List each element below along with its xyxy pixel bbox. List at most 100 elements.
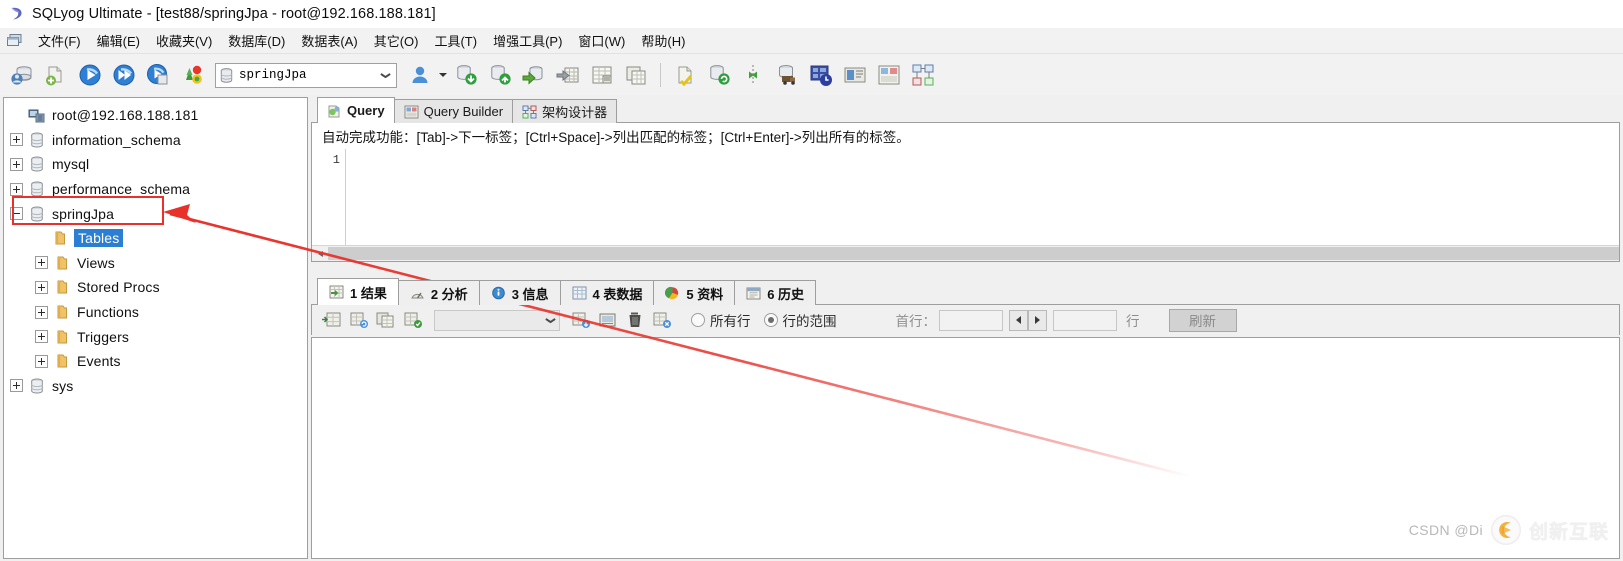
expander-none-icon: [35, 233, 46, 244]
tab-label: 3 信息: [511, 286, 549, 302]
tab-history[interactable]: 6 历史: [734, 280, 817, 305]
tree-node-label: Triggers: [77, 328, 130, 345]
new-connection-button[interactable]: [6, 59, 38, 91]
menu-database[interactable]: 数据库(D): [220, 29, 293, 52]
tab-schema-designer[interactable]: 架构设计器: [512, 99, 618, 123]
stepper-prev-button[interactable]: [1009, 309, 1028, 331]
tree-node-sys[interactable]: sys: [4, 374, 307, 399]
delete-row-button[interactable]: [623, 308, 647, 332]
stop-query-button[interactable]: [176, 59, 208, 91]
copy-table-button[interactable]: [620, 59, 652, 91]
expander-plus-icon[interactable]: [35, 354, 48, 368]
row-count-input[interactable]: [1053, 309, 1117, 331]
query-icon: [327, 104, 342, 118]
tree-node-server[interactable]: root@192.168.188.181: [4, 103, 307, 128]
export-grid-button[interactable]: [552, 59, 584, 91]
window-restore-icon[interactable]: [6, 33, 23, 48]
data-sync-button[interactable]: [737, 59, 769, 91]
new-query-button[interactable]: [40, 59, 72, 91]
expander-plus-icon[interactable]: [10, 157, 23, 171]
profiler-icon: [410, 286, 425, 300]
sql-editor-input[interactable]: [346, 149, 1619, 245]
radio-row-range[interactable]: 行的范围: [763, 310, 837, 330]
user-manager-button[interactable]: [404, 59, 436, 91]
chevron-down-icon[interactable]: [374, 65, 396, 86]
menu-other[interactable]: 其它(O): [366, 29, 427, 52]
object-browser-tree: root@192.168.188.181 information_schema: [4, 98, 307, 398]
row-stepper[interactable]: [1009, 309, 1047, 331]
tree-node-information-schema[interactable]: information_schema: [4, 128, 307, 153]
insert-row-button[interactable]: [320, 308, 344, 332]
tab-label: Query Builder: [423, 104, 504, 119]
filter-combo[interactable]: [434, 309, 560, 331]
expander-none-icon: [10, 110, 21, 121]
schema-sync-button[interactable]: [771, 59, 803, 91]
tab-messages[interactable]: 3 信息: [478, 280, 561, 305]
radio-all-rows-indicator[interactable]: [691, 313, 705, 327]
execute-current-query-button[interactable]: [142, 59, 174, 91]
database-selector[interactable]: springJpa: [215, 62, 397, 88]
expander-plus-icon[interactable]: [35, 280, 48, 294]
schema-designer-button[interactable]: [907, 59, 939, 91]
expander-plus-icon[interactable]: [10, 133, 23, 147]
panel-splitter[interactable]: [311, 262, 1620, 278]
save-row-button[interactable]: [401, 308, 425, 332]
export-data-button[interactable]: [518, 59, 550, 91]
execute-query-button[interactable]: [74, 59, 106, 91]
expander-plus-icon[interactable]: [35, 330, 48, 344]
menu-tools[interactable]: 工具(T): [426, 29, 485, 52]
editor-horizontal-scrollbar[interactable]: [312, 245, 1619, 261]
notifications-button[interactable]: [839, 59, 871, 91]
radio-row-range-indicator[interactable]: [763, 313, 778, 327]
duplicate-row-button[interactable]: [347, 308, 371, 332]
sql-formatter-button[interactable]: [669, 59, 701, 91]
expander-plus-icon[interactable]: [10, 379, 23, 393]
tab-result[interactable]: 1 结果: [317, 278, 399, 305]
tree-node-mysql[interactable]: mysql: [4, 152, 307, 177]
tab-label: 2 分析: [430, 286, 468, 302]
stepper-next-button[interactable]: [1028, 309, 1047, 331]
menu-table[interactable]: 数据表(A): [293, 29, 365, 52]
tab-object-info[interactable]: 5 资料: [653, 280, 736, 305]
tab-query-builder[interactable]: Query Builder: [393, 99, 514, 123]
scroll-left-arrow-icon[interactable]: [312, 246, 328, 261]
menu-favorites[interactable]: 收藏夹(V): [148, 29, 220, 52]
first-row-input[interactable]: [939, 309, 1003, 331]
tree-node-views[interactable]: Views: [4, 251, 307, 276]
sync-database-button[interactable]: [703, 59, 735, 91]
scroll-thumb[interactable]: [328, 247, 1619, 260]
execute-all-queries-button[interactable]: [108, 59, 140, 91]
expander-plus-icon[interactable]: [35, 305, 48, 319]
tree-node-stored-procs[interactable]: Stored Procs: [4, 275, 307, 300]
query-panel: Query Query Builder 架构设计器 自动完成功能：[Tab]->…: [311, 97, 1620, 559]
apply-filter-button[interactable]: [569, 308, 593, 332]
copy-row-button[interactable]: [374, 308, 398, 332]
radio-all-rows[interactable]: 所有行: [691, 310, 751, 330]
tab-query[interactable]: Query: [317, 97, 395, 123]
edit-blob-button[interactable]: [596, 308, 620, 332]
scheduled-backup-button[interactable]: [805, 59, 837, 91]
restore-backup-button[interactable]: [484, 59, 516, 91]
menu-help[interactable]: 帮助(H): [633, 29, 693, 52]
menu-bar: 文件(F) 编辑(E) 收藏夹(V) 数据库(D) 数据表(A) 其它(O) 工…: [0, 28, 1623, 54]
expander-plus-icon[interactable]: [35, 256, 48, 270]
refresh-button[interactable]: 刷新: [1168, 308, 1237, 332]
tree-node-triggers[interactable]: Triggers: [4, 324, 307, 349]
user-manager-dropdown[interactable]: [438, 60, 448, 90]
import-data-button[interactable]: [450, 59, 482, 91]
menu-file[interactable]: 文件(F): [30, 29, 89, 52]
tree-node-tables[interactable]: Tables: [4, 226, 307, 251]
menu-edit[interactable]: 编辑(E): [89, 29, 148, 52]
menu-window[interactable]: 窗口(W): [570, 29, 633, 52]
expander-plus-icon[interactable]: [10, 182, 23, 196]
tab-profiler[interactable]: 2 分析: [397, 280, 480, 305]
cancel-changes-button[interactable]: [650, 308, 674, 332]
radio-all-rows-label: 所有行: [710, 314, 751, 329]
tab-table-data[interactable]: 4 表数据: [559, 280, 655, 305]
query-builder-button[interactable]: [873, 59, 905, 91]
menu-powertools[interactable]: 增强工具(P): [485, 29, 570, 52]
table-data-button[interactable]: [586, 59, 618, 91]
tree-node-functions[interactable]: Functions: [4, 300, 307, 325]
tree-node-events[interactable]: Events: [4, 349, 307, 374]
autocomplete-hint: 自动完成功能：[Tab]->下一标签；[Ctrl+Space]->列出匹配的标签…: [311, 123, 1620, 149]
